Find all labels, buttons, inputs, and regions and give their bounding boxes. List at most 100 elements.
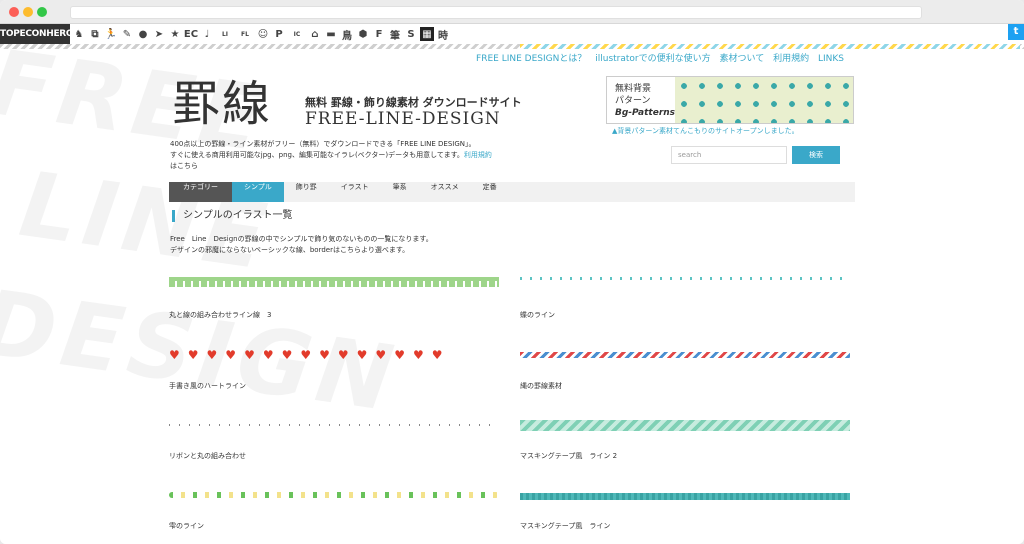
heart-icon: ♥ (169, 348, 180, 362)
line-preview[interactable] (520, 277, 850, 280)
banner-line: Bg-Patterns (615, 108, 676, 118)
banner-line: パターン (615, 96, 651, 106)
heart-icon: ♥ (187, 348, 199, 362)
line-preview[interactable] (169, 424, 499, 426)
line-preview[interactable]: ♥ ♥ ♥ ♥ ♥ ♥ ♥ ♥ ♥ ♥ ♥ ♥ ♥ ♥ ♥ (169, 349, 499, 361)
heart-icon: ♥ (431, 348, 443, 362)
speech-bubble-icon[interactable]: ● (136, 26, 150, 42)
search-input[interactable]: search (671, 146, 787, 164)
top-link-terms[interactable]: 利用規約 (773, 54, 809, 64)
flat-icon[interactable]: FL (236, 26, 254, 42)
line-item-label[interactable]: 蝶のライン (520, 310, 555, 320)
line-item-label[interactable]: 丸と線の組み合わせライン線 3 (169, 310, 271, 320)
description-line: Free Line Designの罫線の中でシンプルで飾り気のないものの一覧にな… (170, 235, 433, 243)
intro-line-text: すぐに使える商用利用可能なjpg、png、編集可能なイラレ(ベクター)データも用… (170, 151, 464, 159)
line-item-label[interactable]: リボンと丸の組み合わせ (169, 451, 246, 461)
network-brand[interactable]: TOPECONHEROES (0, 24, 86, 44)
heart-icon: ♥ (394, 348, 405, 362)
arrow-icon[interactable]: ➤ (152, 26, 166, 42)
intro-line: すぐに使える商用利用可能なjpg、png、編集可能なイラレ(ベクター)データも用… (170, 150, 520, 161)
site-logo[interactable]: 罫線 (172, 64, 272, 134)
terms-link[interactable]: 利用規約 (464, 151, 492, 159)
pen-icon[interactable]: ✎ (120, 26, 134, 42)
banner-line: 無料背景 (615, 84, 652, 94)
line-item-label[interactable]: マスキングテープ風 ライン (520, 521, 610, 531)
nav-item-standard[interactable]: 定番 (471, 182, 509, 202)
nav-item-brush[interactable]: 筆系 (381, 182, 419, 202)
p-icon[interactable]: P (272, 26, 286, 42)
page-content: FREE LINE DESIGN FREE LINE DESIGNとは？ ill… (0, 49, 1024, 544)
f-icon[interactable]: F (372, 26, 386, 42)
ec-icon[interactable]: EC (184, 26, 198, 42)
intro-line: はこちら (170, 162, 198, 170)
line-preview[interactable] (520, 352, 850, 358)
address-bar[interactable] (70, 6, 922, 19)
section-description: Free Line Designの罫線の中でシンプルで飾り気のないものの一覧にな… (170, 234, 433, 256)
heart-icon: ♥ (300, 348, 312, 362)
hexagon-icon[interactable]: ⬢ (356, 26, 370, 42)
icon-on-icon[interactable]: IC (288, 26, 306, 42)
runner-icon[interactable]: 🏃 (104, 26, 118, 42)
heart-icon: ♥ (281, 348, 293, 362)
network-bar: TOPECONHEROES ♞ ⧉ 🏃 ✎ ● ➤ ★ EC ♩ LI FL ☺ P IC ⌂ ▬ 鳥 ⬢ F 筆 S ▦… (0, 24, 1024, 44)
line-preview[interactable] (169, 492, 499, 498)
site-tagline: 無料 罫線・飾り線素材 ダウンロードサイト (305, 96, 522, 109)
heart-icon: ♥ (206, 348, 218, 362)
nav-item-decorative[interactable]: 飾り罫 (284, 182, 329, 202)
top-links: FREE LINE DESIGNとは？ illustratorでの便利な使い方 … (470, 51, 844, 64)
top-link-materials[interactable]: 素材ついて (719, 54, 764, 64)
time-icon[interactable]: 時 (436, 26, 450, 42)
face-icon[interactable]: ☺ (256, 26, 270, 42)
nav-item-recommended[interactable]: オススメ (419, 182, 471, 202)
banner-text: 無料背景 パターン Bg-Patterns (615, 83, 675, 119)
browser-titlebar (0, 0, 1024, 24)
top-link-about[interactable]: FREE LINE DESIGNとは？ (476, 54, 586, 64)
nav-category-label: カテゴリー (169, 182, 232, 202)
heart-icon: ♥ (356, 348, 368, 362)
nav-item-illustration[interactable]: イラスト (329, 182, 381, 202)
line-item-label[interactable]: マスキングテープ風 ライン 2 (520, 451, 617, 461)
horse-icon[interactable]: ♞ (72, 26, 86, 42)
copy-icon[interactable]: ⧉ (88, 26, 102, 42)
site-intro: 400点以上の罫線・ライン素材がフリー（無料）でダウンロードできる「FREE L… (170, 139, 520, 172)
grid-icon[interactable]: ▦ (420, 27, 434, 41)
nav-item-simple[interactable]: シンプル (232, 182, 284, 202)
s-icon[interactable]: S (404, 26, 418, 42)
line-item-label[interactable]: 手書き風のハートライン (169, 381, 246, 391)
line-item-label[interactable]: 雫のライン (169, 521, 204, 531)
heart-icon: ♥ (412, 348, 424, 362)
category-nav: カテゴリー シンプル 飾り罫 イラスト 筆系 オススメ 定番 (169, 182, 855, 202)
browser-window: TOPECONHEROES ♞ ⧉ 🏃 ✎ ● ➤ ★ EC ♩ LI FL ☺ P IC ⌂ ▬ 鳥 ⬢ F 筆 S ▦… (0, 0, 1024, 544)
heart-icon: ♥ (337, 348, 349, 362)
star-icon[interactable]: ★ (168, 26, 182, 42)
line-icon[interactable]: LI (216, 26, 234, 42)
top-link-links[interactable]: LINKS (818, 54, 844, 64)
close-window-button[interactable] (9, 7, 19, 17)
banner-caption-link[interactable]: ▲背景パターン素材てんこもりのサイトオープンしました。 (612, 126, 799, 136)
site-logo-english[interactable]: FREE-LINE-DESIGN (305, 109, 501, 129)
heart-icon: ♥ (319, 348, 330, 362)
house-icon[interactable]: ⌂ (308, 26, 322, 42)
line-preview[interactable] (520, 493, 850, 500)
heart-icon: ♥ (244, 348, 255, 362)
twitter-icon[interactable]: t (1008, 24, 1024, 40)
search-button[interactable]: 検索 (792, 146, 840, 164)
heart-icon: ♥ (262, 348, 274, 362)
maximize-window-button[interactable] (37, 7, 47, 17)
intro-line: 400点以上の罫線・ライン素材がフリー（無料）でダウンロードできる「FREE L… (170, 140, 476, 148)
network-site-icons: ♞ ⧉ 🏃 ✎ ● ➤ ★ EC ♩ LI FL ☺ P IC ⌂ ▬ 鳥 ⬢ F 筆 S ▦ 時 (72, 24, 452, 44)
line-preview[interactable] (520, 420, 850, 431)
damask-pattern-image (675, 77, 853, 123)
minimize-window-button[interactable] (23, 7, 33, 17)
line-item-label[interactable]: 縄の罫線素材 (520, 381, 562, 391)
music-note-icon[interactable]: ♩ (200, 26, 214, 42)
heart-icon: ♥ (225, 348, 237, 362)
bg-patterns-banner[interactable]: 無料背景 パターン Bg-Patterns (606, 76, 854, 124)
top-link-illustrator[interactable]: illustratorでの便利な使い方 (595, 54, 710, 64)
heart-icon: ♥ (375, 348, 387, 362)
line-preview[interactable] (169, 277, 499, 287)
pattern-icon[interactable]: ▬ (324, 26, 338, 42)
brush-icon[interactable]: 筆 (388, 26, 402, 42)
description-line: デザインの邪魔にならないベーシックな線、borderはこちらより選べます。 (170, 246, 410, 254)
bird-icon[interactable]: 鳥 (340, 26, 354, 42)
